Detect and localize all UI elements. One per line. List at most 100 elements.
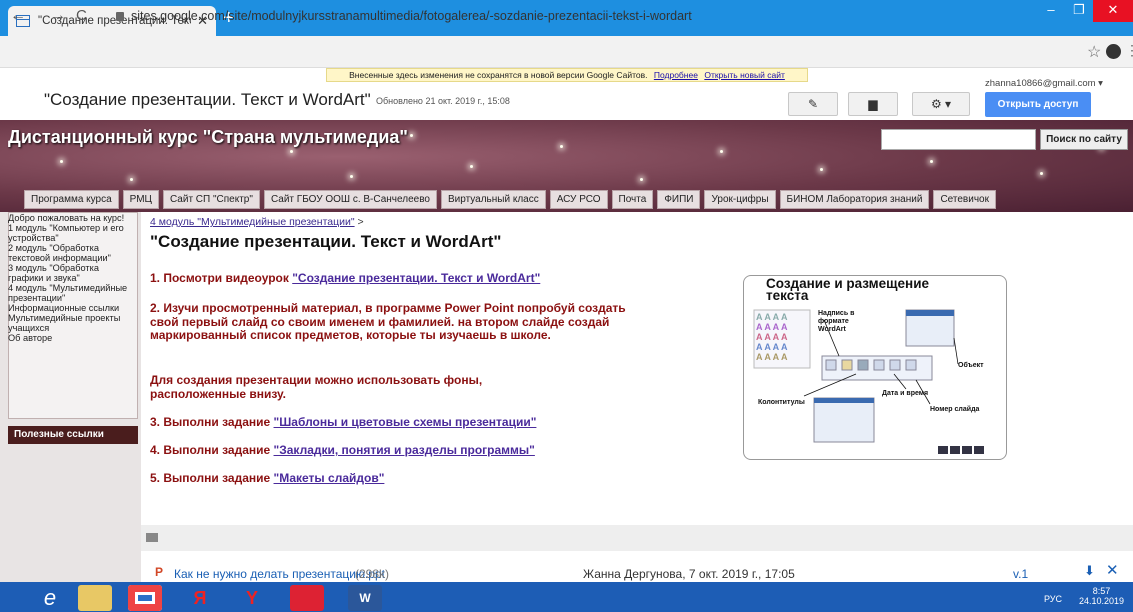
label-footers: Колонтитулы [758, 399, 805, 406]
word-icon[interactable]: W [348, 585, 382, 611]
attachment-size: (298k) [355, 567, 390, 581]
site-search-button[interactable]: Поиск по сайту [1040, 129, 1128, 150]
site-title[interactable]: Дистанционный курс "Страна мультимедиа" [8, 127, 408, 148]
topnav-item[interactable]: РМЦ [122, 190, 159, 209]
svg-text:A A A A: A A A A [756, 322, 788, 332]
sidebar-item-welcome[interactable]: Добро пожаловать на курс! [8, 213, 134, 223]
label-datetime: Дата и время [882, 390, 929, 397]
step-4: 4. Выполни задание "Закладки, понятия и … [150, 443, 535, 458]
task-bookmarks-link[interactable]: "Закладки, понятия и разделы программы" [274, 443, 535, 457]
url-text: sites.google.com/site/modulnyjkursstrana… [131, 9, 692, 23]
minimize-button[interactable]: – [1037, 0, 1065, 22]
task-templates-link[interactable]: "Шаблоны и цветовые схемы презентации" [274, 415, 537, 429]
updated-timestamp: Обновлено 21 окт. 2019 г., 15:08 [376, 96, 510, 106]
topnav-item[interactable]: Сайт ГБОУ ООШ с. В-Санчелеево [263, 190, 437, 209]
topnav-item[interactable]: БИНОМ Лаборатория знаний [779, 190, 930, 209]
top-navigation: Программа курса РМЦ Сайт СП "Спектр" Сай… [24, 190, 1000, 209]
file-explorer-icon[interactable] [78, 585, 112, 611]
back-icon[interactable]: ← [10, 7, 26, 25]
new-page-button[interactable]: ▆ [848, 92, 898, 116]
download-icon[interactable]: ⬇ [1084, 563, 1095, 579]
share-label: Открыть доступ [997, 99, 1079, 110]
site-search-input[interactable] [881, 129, 1036, 150]
topnav-item[interactable]: Программа курса [24, 190, 119, 209]
sidebar-item-module2[interactable]: 2 модуль "Обработка текстовой информации… [8, 243, 134, 263]
step-1-text: 1. Посмотри видеоурок [150, 271, 293, 285]
page-title: "Создание презентации. Текст и WordArt" [44, 90, 371, 109]
topnav-item[interactable]: Урок-цифры [704, 190, 776, 209]
step-4-text: 4. Выполни задание [150, 443, 274, 457]
attachments-header [141, 525, 1133, 551]
internet-explorer-icon[interactable]: e [33, 585, 67, 611]
content-heading: "Создание презентации. Текст и WordArt" [150, 232, 502, 251]
useful-links-heading: Полезные ссылки [8, 426, 138, 444]
step-3-text: 3. Выполни задание [150, 415, 274, 429]
step-5-text: 5. Выполни задание [150, 471, 274, 485]
topnav-item[interactable]: Виртуальный класс [440, 190, 546, 209]
attachment-version-link[interactable]: v.1 [1013, 567, 1028, 581]
folder-icon [146, 533, 158, 542]
lock-icon [116, 12, 124, 21]
delete-icon[interactable]: ✕ [1106, 561, 1119, 579]
step-1: 1. Посмотри видеоурок "Создание презента… [150, 271, 540, 286]
notice-more-link[interactable]: Подробнее [654, 70, 698, 80]
powerpoint-file-icon: P [155, 565, 164, 579]
svg-text:A A A A: A A A A [756, 332, 788, 342]
sidebar-item-info-links[interactable]: Информационные ссылки [8, 303, 134, 313]
chrome-icon[interactable] [128, 585, 162, 611]
video-lesson-link[interactable]: "Создание презентации. Текст и WordArt" [292, 271, 540, 285]
attachment-name-link[interactable]: Как не нужно делать презентацию.ppt [174, 567, 385, 581]
page-icon: ▆ [868, 97, 878, 111]
step-5: 5. Выполни задание "Макеты слайдов" [150, 471, 385, 486]
sidebar-item-author[interactable]: Об авторе [8, 333, 134, 343]
address-bar [0, 36, 1133, 68]
share-button[interactable]: Открыть доступ [985, 92, 1091, 117]
account-menu[interactable]: zhanna10866@gmail.com ▾ [985, 78, 1103, 89]
browser-menu-icon[interactable]: ⋮ [1125, 42, 1133, 59]
label-object: Объект [958, 362, 984, 369]
forward-icon[interactable]: → [50, 7, 66, 25]
app-icon[interactable] [290, 585, 324, 611]
topnav-item[interactable]: ФИПИ [657, 190, 701, 209]
edit-page-button[interactable]: ✎ [788, 92, 838, 116]
profile-avatar[interactable] [1106, 44, 1121, 59]
notice-open-new-link[interactable]: Открыть новый сайт [704, 70, 785, 80]
backgrounds-note: Для создания презентации можно использов… [150, 373, 483, 401]
sidebar-nav: Добро пожаловать на курс! 1 модуль "Комп… [8, 213, 134, 343]
settings-button[interactable]: ⚙ ▾ [912, 92, 970, 116]
sites-notice: Внесенные здесь изменения не сохранятся … [326, 68, 808, 82]
topnav-item[interactable]: Сайт СП "Спектр" [162, 190, 260, 209]
svg-text:A A A A: A A A A [756, 352, 788, 362]
label-slide-number: Номер слайда [930, 406, 980, 413]
system-tray-icons[interactable] [938, 594, 1034, 606]
maximize-button[interactable]: ❐ [1065, 0, 1093, 22]
step-2: 2. Изучи просмотренный материал, в прогр… [150, 301, 626, 342]
language-indicator[interactable]: РУС [1044, 594, 1062, 604]
sidebar-item-module3[interactable]: 3 модуль "Обработка графики и звука" [8, 263, 134, 283]
bookmark-star-icon[interactable]: ☆ [1087, 42, 1101, 62]
topnav-item[interactable]: Почта [611, 190, 654, 209]
url-field[interactable]: sites.google.com/site/modulnyjkursstrana… [116, 6, 996, 26]
clock-date: 24.10.2019 [1079, 596, 1125, 606]
gear-icon: ⚙ ▾ [930, 97, 952, 111]
sidebar-item-module1[interactable]: 1 модуль "Компьютер и его устройства" [8, 223, 134, 243]
clock-time: 8:57 [1092, 586, 1111, 596]
clock[interactable]: 8:57 24.10.2019 [1079, 586, 1124, 606]
breadcrumb: 4 модуль "Мультимедийные презентации" > [150, 216, 364, 228]
slide-preview-image[interactable]: Создание и размещение текста A A A A A A … [743, 275, 1007, 460]
window-controls: – ❐ ✕ [1037, 0, 1133, 22]
step-3: 3. Выполни задание "Шаблоны и цветовые с… [150, 415, 537, 430]
svg-text:A A A A: A A A A [756, 312, 788, 322]
yandex-browser-icon[interactable]: Y [235, 585, 269, 611]
window-close-button[interactable]: ✕ [1093, 0, 1133, 22]
breadcrumb-link[interactable]: 4 модуль "Мультимедийные презентации" [150, 216, 355, 228]
topnav-item[interactable]: АСУ РСО [549, 190, 608, 209]
sidebar-item-module4[interactable]: 4 модуль "Мультимедийные презентации" [8, 283, 134, 303]
pencil-icon: ✎ [807, 97, 819, 111]
yandex-icon[interactable]: Я [183, 585, 217, 611]
sidebar-item-projects[interactable]: Мультимедийные проекты учащихся [8, 313, 134, 333]
topnav-item[interactable]: Сетевичок [933, 190, 996, 209]
attachment-author: Жанна Дергунова, 7 окт. 2019 г., 17:05 [583, 567, 795, 581]
task-layouts-link[interactable]: "Макеты слайдов" [274, 471, 385, 485]
reload-icon[interactable]: C [76, 7, 87, 24]
